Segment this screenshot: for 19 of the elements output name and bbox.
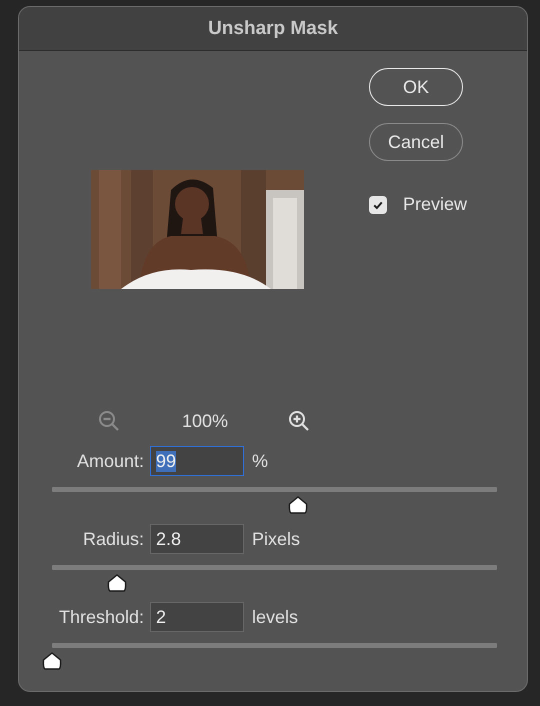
cancel-button[interactable]: Cancel [369, 123, 463, 161]
input-field[interactable]: 2.8 [150, 524, 244, 554]
unit-label: Pixels [252, 528, 300, 550]
slider-thumb[interactable] [288, 496, 308, 514]
unit-label: % [252, 450, 268, 472]
dialog-title: Unsharp Mask [208, 18, 338, 40]
zoom-level: 100% [180, 410, 230, 432]
field-label: Threshold: [58, 606, 144, 628]
preview-checkbox[interactable] [369, 196, 387, 214]
slider-thumb[interactable] [107, 574, 128, 592]
unit-label: levels [252, 606, 298, 628]
zoom-in-icon[interactable] [287, 409, 311, 433]
ok-button[interactable]: OK [369, 68, 463, 106]
field-label: Amount: [76, 450, 144, 472]
input-field[interactable]: 2 [150, 602, 244, 632]
field-label: Radius: [82, 528, 144, 550]
input-field[interactable]: 99 [150, 446, 244, 476]
slider-thumb[interactable] [42, 652, 62, 670]
preview-label: Preview [403, 194, 468, 215]
